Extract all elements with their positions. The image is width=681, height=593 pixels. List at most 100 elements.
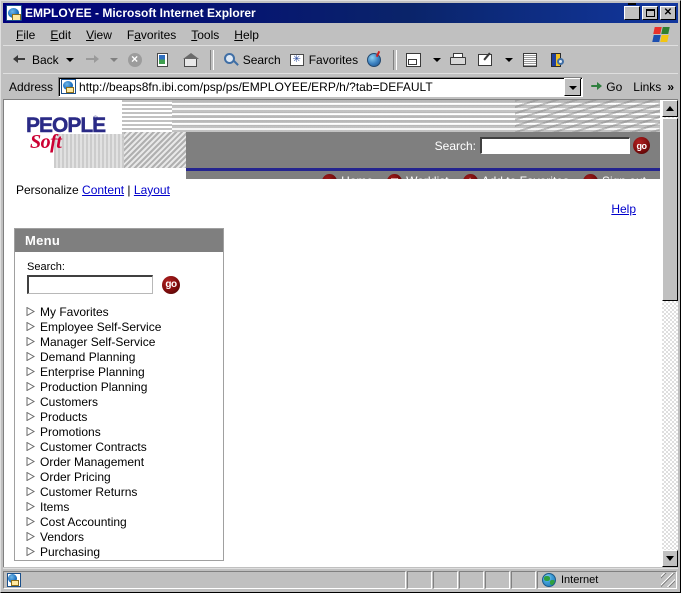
menu-list-item-label: Order Management [40, 454, 145, 469]
go-arrow-icon [590, 80, 604, 94]
menu-list-item[interactable]: Order Management [16, 454, 222, 469]
menu-list-item-label: Employee Self-Service [40, 319, 162, 334]
menu-list-item-label: Production Planning [40, 379, 148, 394]
nav-item-add-to-favorites-label: Add to Favorites [482, 174, 569, 179]
go-button-label: Go [606, 79, 623, 94]
help-link[interactable]: Help [611, 202, 636, 216]
menu-list-item[interactable]: Employee Self-Service [16, 319, 222, 334]
menu-file[interactable]: File [9, 26, 43, 44]
expand-triangle-icon [26, 382, 35, 391]
address-input[interactable]: http://beaps8fn.ibi.com/psp/ps/EMPLOYEE/… [79, 80, 564, 94]
close-button[interactable]: ✕ [660, 6, 676, 20]
home-button[interactable] [178, 48, 206, 72]
nav-item-add-to-favorites[interactable]: ★ Add to Favorites [462, 173, 569, 179]
nav-item-sign-out[interactable]: → Sign out [582, 173, 646, 179]
logo-trademark-icon: ® [92, 116, 98, 123]
back-dropdown-arrow-icon[interactable] [65, 57, 74, 62]
research-button[interactable] [545, 48, 573, 72]
status-bar: Internet [3, 568, 678, 590]
menu-list-item-label: Demand Planning [40, 349, 136, 364]
menu-list-item[interactable]: Order Pricing [16, 469, 222, 484]
expand-triangle-icon [26, 517, 35, 526]
menu-pagelet-title: Menu [15, 229, 223, 252]
menu-search-go-button[interactable]: go [162, 275, 180, 294]
edit-button[interactable] [473, 48, 501, 72]
menu-favorites[interactable]: Favorites [120, 26, 184, 44]
expand-triangle-icon [26, 472, 35, 481]
toolbar-overflow-chevron-icon[interactable]: » [665, 80, 678, 94]
print-button[interactable] [445, 48, 473, 72]
close-icon: ✕ [663, 7, 673, 18]
menu-list-item-label: Customers [40, 394, 99, 409]
personalize-layout-link[interactable]: Layout [134, 183, 170, 197]
go-button[interactable]: Go [583, 80, 629, 94]
discuss-button[interactable] [517, 48, 545, 72]
scroll-down-button[interactable] [662, 550, 678, 567]
menu-list-item[interactable]: Vendors [16, 529, 222, 544]
status-message-panel [3, 570, 406, 589]
printer-icon [448, 50, 468, 70]
toolbar-separator-2 [393, 49, 398, 70]
menu-list-item[interactable]: Promotions [16, 424, 222, 439]
menu-list-item[interactable]: Customer Returns [16, 484, 222, 499]
menu-list-item[interactable]: Items [16, 499, 222, 514]
favorites-star-icon [287, 50, 307, 70]
scroll-up-button[interactable] [662, 100, 678, 117]
menu-list-item[interactable]: Manager Self-Service [16, 334, 222, 349]
scrollbar-thumb[interactable] [662, 118, 678, 301]
menu-list-item[interactable]: Production Planning [16, 379, 222, 394]
mail-button[interactable] [401, 48, 429, 72]
menu-list-item[interactable]: Customers [16, 394, 222, 409]
status-slot-1 [407, 570, 432, 589]
menu-list-item[interactable]: Cost Accounting [16, 514, 222, 529]
menu-edit[interactable]: Edit [43, 26, 79, 44]
menu-list-item-label: Customer Contracts [40, 439, 147, 454]
nav-item-sign-out-label: Sign out [602, 174, 646, 179]
menu-list-item[interactable]: Customer Contracts [16, 439, 222, 454]
minimize-button[interactable] [624, 3, 640, 20]
edit-dropdown-arrow-icon[interactable] [505, 57, 514, 62]
favorites-button[interactable]: Favorites [284, 48, 361, 72]
stop-button[interactable] [122, 48, 150, 72]
forward-dropdown-arrow-icon[interactable] [109, 57, 118, 62]
personalize-label: Personalize [16, 183, 79, 197]
menu-help[interactable]: Help [227, 26, 267, 44]
maximize-button[interactable] [642, 6, 658, 20]
back-button[interactable]: Back [7, 48, 62, 72]
history-button[interactable] [361, 48, 389, 72]
nav-item-home-label: Home [341, 174, 373, 179]
menu-pagelet-body: Search: go My Favorites Employee Self-Se… [15, 252, 223, 560]
portal-search-group: Search: go [435, 137, 650, 154]
menu-tools[interactable]: Tools [184, 26, 227, 44]
page-vertical-scrollbar[interactable] [660, 100, 678, 567]
menu-list-item[interactable]: Purchasing [16, 544, 222, 559]
search-button[interactable]: Search [218, 48, 284, 72]
menu-view[interactable]: View [79, 26, 120, 44]
globe-icon [542, 572, 556, 587]
search-button-label: Search [242, 52, 281, 67]
address-dropdown-button[interactable] [564, 77, 582, 96]
window-controls: ✕ [624, 3, 677, 20]
nav-item-home[interactable]: ⌂ Home [322, 173, 373, 179]
back-arrow-icon [10, 50, 30, 70]
refresh-button[interactable] [150, 48, 178, 72]
menu-list-item-label: Promotions [40, 424, 101, 439]
research-book-icon [548, 50, 568, 70]
portal-search-input[interactable] [480, 137, 630, 154]
mail-dropdown-arrow-icon[interactable] [433, 57, 442, 62]
resize-grip-icon[interactable] [661, 572, 675, 587]
links-button[interactable]: Links [629, 80, 665, 94]
search-icon [221, 50, 241, 70]
address-input-wrapper[interactable]: http://beaps8fn.ibi.com/psp/ps/EMPLOYEE/… [58, 76, 584, 97]
menu-list-item[interactable]: Enterprise Planning [16, 364, 222, 379]
portal-search-go-button[interactable]: go [633, 137, 650, 154]
personalize-content-link[interactable]: Content [82, 183, 124, 197]
nav-item-worklist[interactable]: ▤ Worklist [387, 173, 449, 179]
portal-search-label: Search: [434, 138, 476, 153]
forward-button[interactable] [78, 48, 106, 72]
menu-list-item[interactable]: Demand Planning [16, 349, 222, 364]
menu-list-item[interactable]: My Favorites [16, 304, 222, 319]
status-slot-2 [433, 570, 458, 589]
menu-list-item[interactable]: Products [16, 409, 222, 424]
menu-search-input[interactable] [27, 275, 153, 294]
